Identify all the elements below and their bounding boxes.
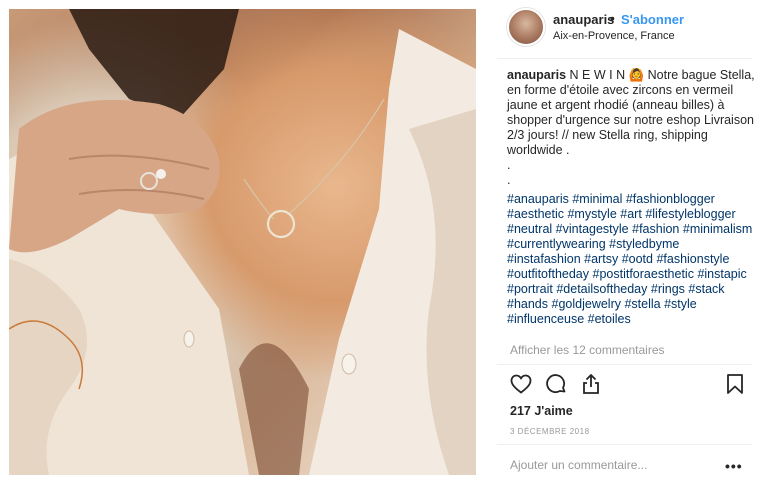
header-divider	[497, 58, 752, 59]
hashtag-link[interactable]: #minimalism	[683, 222, 752, 236]
view-comments-link[interactable]: Afficher les 12 commentaires	[510, 343, 665, 357]
hashtag-link[interactable]: #currentlywearing	[507, 237, 606, 251]
hashtag-link[interactable]: #instafashion	[507, 252, 581, 266]
hashtag-link[interactable]: #stella	[624, 297, 660, 311]
hashtag-link[interactable]: #ootd	[622, 252, 653, 266]
separator-dot: •	[610, 10, 615, 26]
heart-icon[interactable]	[509, 372, 533, 396]
post-sidebar: anauparis • S'abonner Aix-en-Provence, F…	[497, 0, 760, 485]
hashtag-link[interactable]: #styledbyme	[609, 237, 679, 251]
hashtag-link[interactable]: #etoiles	[588, 312, 631, 326]
more-options-button[interactable]: •••	[725, 458, 743, 474]
avatar[interactable]	[507, 8, 545, 46]
hashtag-link[interactable]: #portrait	[507, 282, 553, 296]
post-photo[interactable]	[9, 9, 476, 475]
hashtag-link[interactable]: #artsy	[584, 252, 618, 266]
action-bar	[509, 372, 745, 398]
hashtag-link[interactable]: #vintagestyle	[556, 222, 629, 236]
caption-dot: .	[507, 158, 511, 172]
hashtag-link[interactable]: #hands	[507, 297, 548, 311]
hashtag-link[interactable]: #stack	[688, 282, 724, 296]
hashtag-link[interactable]: #influenceuse	[507, 312, 584, 326]
hashtag-link[interactable]: #mystyle	[567, 207, 616, 221]
hashtag-link[interactable]: #minimal	[572, 192, 622, 206]
hashtag-link[interactable]: #outfitoftheday	[507, 267, 589, 281]
post-header: anauparis • S'abonner Aix-en-Provence, F…	[497, 0, 752, 58]
location-link[interactable]: Aix-en-Provence, France	[553, 30, 675, 42]
caption-username[interactable]: anauparis	[507, 68, 566, 82]
bookmark-icon[interactable]	[723, 372, 747, 396]
caption-dot: .	[507, 173, 511, 187]
post-date: 3 DÉCEMBRE 2018	[510, 427, 590, 436]
hashtag-link[interactable]: #style	[664, 297, 697, 311]
hashtag-link[interactable]: #art	[620, 207, 642, 221]
photo-illustration	[9, 9, 476, 475]
comment-icon[interactable]	[544, 372, 568, 396]
hashtag-link[interactable]: #fashionstyle	[656, 252, 729, 266]
hashtag-link[interactable]: #aesthetic	[507, 207, 564, 221]
follow-button[interactable]: S'abonner	[621, 12, 684, 27]
hashtag-link[interactable]: #instapic	[697, 267, 746, 281]
hashtag-link[interactable]: #anauparis	[507, 192, 569, 206]
hashtag-link[interactable]: #postitforaesthetic	[593, 267, 694, 281]
post-caption: anauparis N E W I N 🙆 Notre bague Stella…	[507, 68, 755, 327]
hashtag-link[interactable]: #fashion	[632, 222, 679, 236]
comment-divider	[497, 444, 752, 445]
username-link[interactable]: anauparis	[553, 12, 614, 27]
hashtag-link[interactable]: #neutral	[507, 222, 552, 236]
hashtag-list: #anauparis #minimal #fashionblogger #aes…	[507, 192, 755, 327]
likes-count[interactable]: 217 J'aime	[510, 404, 573, 418]
hashtag-link[interactable]: #rings	[651, 282, 685, 296]
hashtag-link[interactable]: #goldjewelry	[552, 297, 621, 311]
hashtag-link[interactable]: #fashionblogger	[626, 192, 715, 206]
comment-input[interactable]	[510, 458, 710, 472]
hashtag-link[interactable]: #detailsoftheday	[556, 282, 647, 296]
hashtag-link[interactable]: #lifestyleblogger	[645, 207, 735, 221]
actions-divider	[497, 364, 752, 365]
share-icon[interactable]	[579, 372, 603, 396]
